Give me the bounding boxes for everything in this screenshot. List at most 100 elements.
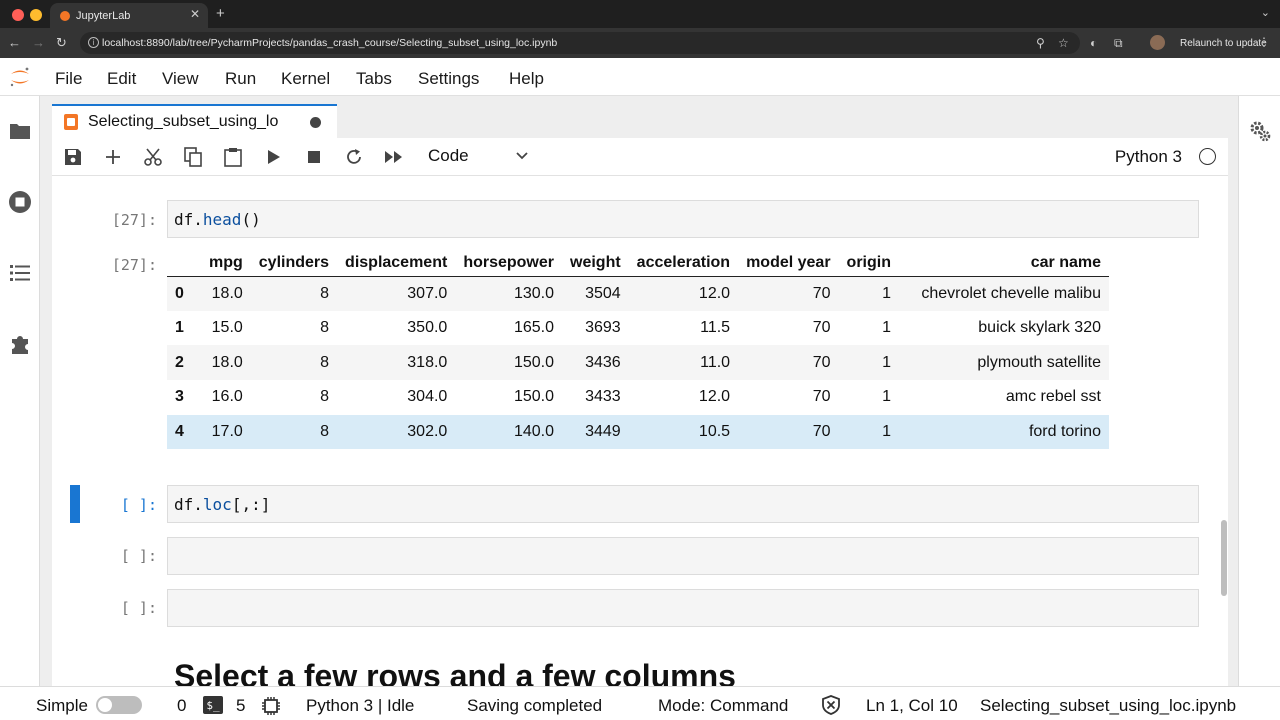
input-prompt: [ ]: bbox=[120, 496, 157, 514]
cell-type-select[interactable]: Code bbox=[428, 146, 469, 166]
column-header: cylinders bbox=[250, 250, 338, 277]
insert-cell-button[interactable] bbox=[102, 146, 124, 168]
table-cell: ford torino bbox=[898, 414, 1109, 450]
property-inspector-gears-icon[interactable] bbox=[1248, 119, 1272, 143]
forward-arrow-icon[interactable]: → bbox=[32, 35, 45, 50]
new-tab-icon[interactable]: + bbox=[216, 5, 225, 22]
table-cell: 8 bbox=[320, 319, 330, 337]
browser-tab-jupyterlab[interactable]: JupyterLab ✕ bbox=[50, 3, 208, 28]
table-cell: 302.0 bbox=[337, 414, 456, 450]
table-of-contents-icon[interactable] bbox=[8, 261, 32, 285]
table-cell: 304.0 bbox=[407, 388, 448, 406]
extensions-puzzle-icon[interactable]: ⧉ bbox=[1114, 36, 1123, 51]
notebook-scrollbar[interactable] bbox=[1221, 520, 1227, 596]
table-cell: 12.0 bbox=[698, 388, 731, 406]
simple-mode-toggle[interactable] bbox=[96, 696, 142, 714]
dataframe-header-row: mpg cylinders displacement horsepower we… bbox=[167, 250, 1109, 277]
table-cell: 1 bbox=[882, 388, 891, 406]
table-cell: 8 bbox=[320, 388, 330, 406]
bookmark-star-icon[interactable]: ☆ bbox=[1058, 36, 1069, 50]
close-window-dot[interactable] bbox=[12, 9, 24, 21]
table-cell: 1 bbox=[838, 345, 899, 381]
column-header: acceleration bbox=[628, 250, 739, 277]
menu-kernel[interactable]: Kernel bbox=[281, 69, 330, 89]
menu-run[interactable]: Run bbox=[225, 69, 256, 89]
menu-tabs[interactable]: Tabs bbox=[356, 69, 392, 89]
menu-file[interactable]: File bbox=[55, 69, 82, 89]
table-cell: amc rebel sst bbox=[1005, 388, 1101, 406]
copy-cell-button[interactable] bbox=[182, 146, 204, 168]
close-tab-icon[interactable]: ✕ bbox=[190, 7, 200, 21]
right-sidebar bbox=[1238, 96, 1280, 686]
restart-run-all-button[interactable] bbox=[383, 146, 405, 168]
code-cell-editor[interactable] bbox=[167, 537, 1199, 575]
terminals-count[interactable]: 0 bbox=[177, 696, 186, 716]
menu-view[interactable]: View bbox=[162, 69, 199, 89]
fast-forward-icon bbox=[385, 151, 402, 163]
notebook-file-icon bbox=[64, 114, 78, 130]
code-token: df. bbox=[174, 495, 203, 514]
cut-cell-button[interactable] bbox=[142, 146, 164, 168]
chevron-down-icon[interactable] bbox=[514, 147, 530, 163]
unsaved-changes-dot-icon[interactable] bbox=[310, 117, 321, 128]
kernels-count[interactable]: 5 bbox=[236, 696, 245, 716]
code-cell-editor[interactable] bbox=[167, 589, 1199, 627]
menu-edit[interactable]: Edit bbox=[107, 69, 136, 89]
table-cell: buick skylark 320 bbox=[978, 319, 1101, 337]
kernel-name-button[interactable]: Python 3 bbox=[1115, 147, 1182, 167]
toggle-knob bbox=[98, 698, 112, 712]
back-arrow-icon[interactable]: ← bbox=[8, 35, 21, 50]
table-cell: 11.5 bbox=[700, 319, 731, 337]
table-cell: 18.0 bbox=[201, 276, 251, 311]
kernel-status-text[interactable]: Python 3 | Idle bbox=[306, 696, 414, 716]
input-prompt: [27]: bbox=[111, 211, 157, 229]
code-cell-editor[interactable]: df.loc[,:] bbox=[167, 485, 1199, 523]
table-row: 3 16.0 8 304.0 150.0 3433 12.0 70 1 amc … bbox=[167, 380, 1109, 415]
table-cell: 1 bbox=[838, 414, 899, 450]
browser-menu-icon[interactable]: ⋮ bbox=[1258, 35, 1270, 49]
site-info-icon[interactable]: i bbox=[88, 37, 99, 48]
paste-cell-button[interactable] bbox=[222, 146, 244, 168]
minimize-window-dot[interactable] bbox=[30, 9, 42, 21]
running-kernels-icon[interactable] bbox=[8, 190, 32, 214]
menu-settings[interactable]: Settings bbox=[418, 69, 479, 89]
table-cell: 3693 bbox=[585, 319, 621, 337]
terminal-icon[interactable]: $_ bbox=[203, 696, 223, 714]
table-cell: 70 bbox=[812, 319, 831, 337]
table-cell: chevrolet chevelle malibu bbox=[898, 276, 1109, 311]
url-bar[interactable]: i localhost:8890/lab/tree/PycharmProject… bbox=[80, 32, 1080, 54]
code-token: df. bbox=[174, 210, 203, 229]
kernel-chip-icon[interactable] bbox=[261, 696, 281, 716]
table-row: 0 18.0 8 307.0 130.0 3504 12.0 70 1 chev… bbox=[167, 276, 1109, 311]
cursor-position-text[interactable]: Ln 1, Col 10 bbox=[866, 696, 958, 716]
table-cell: 8 bbox=[250, 414, 338, 450]
table-row: 2 18.0 8 318.0 150.0 3436 11.0 70 1 plym… bbox=[167, 345, 1109, 381]
open-file-name: Selecting_subset_using_loc.ipynb bbox=[980, 696, 1237, 715]
trusted-shield-icon[interactable] bbox=[821, 695, 841, 715]
interrupt-kernel-button[interactable] bbox=[303, 146, 325, 168]
table-cell: 70 bbox=[738, 345, 839, 381]
restart-kernel-button[interactable] bbox=[343, 146, 365, 168]
table-cell: 18.0 bbox=[201, 345, 251, 381]
play-icon bbox=[268, 150, 280, 164]
zoom-icon[interactable]: ⚲ bbox=[1036, 36, 1045, 50]
code-token-function: loc bbox=[202, 495, 232, 514]
browser-toolbar: ← → ↻ i localhost:8890/lab/tree/PycharmP… bbox=[0, 28, 1280, 58]
save-button[interactable] bbox=[62, 146, 84, 168]
menu-help[interactable]: Help bbox=[509, 69, 544, 89]
extension-icon[interactable]: ◐ bbox=[1090, 36, 1097, 50]
notebook-tab[interactable]: Selecting_subset_using_lo bbox=[52, 104, 337, 138]
plus-icon bbox=[106, 150, 120, 164]
tab-search-chevron-icon[interactable]: ⌄ bbox=[1261, 6, 1270, 19]
notebook-tab-title: Selecting_subset_using_lo bbox=[88, 113, 279, 130]
table-cell: 17.0 bbox=[201, 414, 251, 450]
reload-icon[interactable]: ↻ bbox=[56, 35, 67, 51]
table-cell: 3436 bbox=[562, 345, 629, 381]
column-header: mpg bbox=[201, 250, 251, 277]
folder-icon[interactable] bbox=[8, 119, 32, 143]
table-row: 1 15.0 8 350.0 165.0 3693 11.5 70 1 buic… bbox=[167, 311, 1109, 346]
run-cell-button[interactable] bbox=[263, 146, 285, 168]
extension-manager-icon[interactable] bbox=[8, 332, 32, 356]
code-cell-editor[interactable]: df.head() bbox=[167, 200, 1199, 238]
profile-avatar[interactable] bbox=[1150, 35, 1165, 50]
